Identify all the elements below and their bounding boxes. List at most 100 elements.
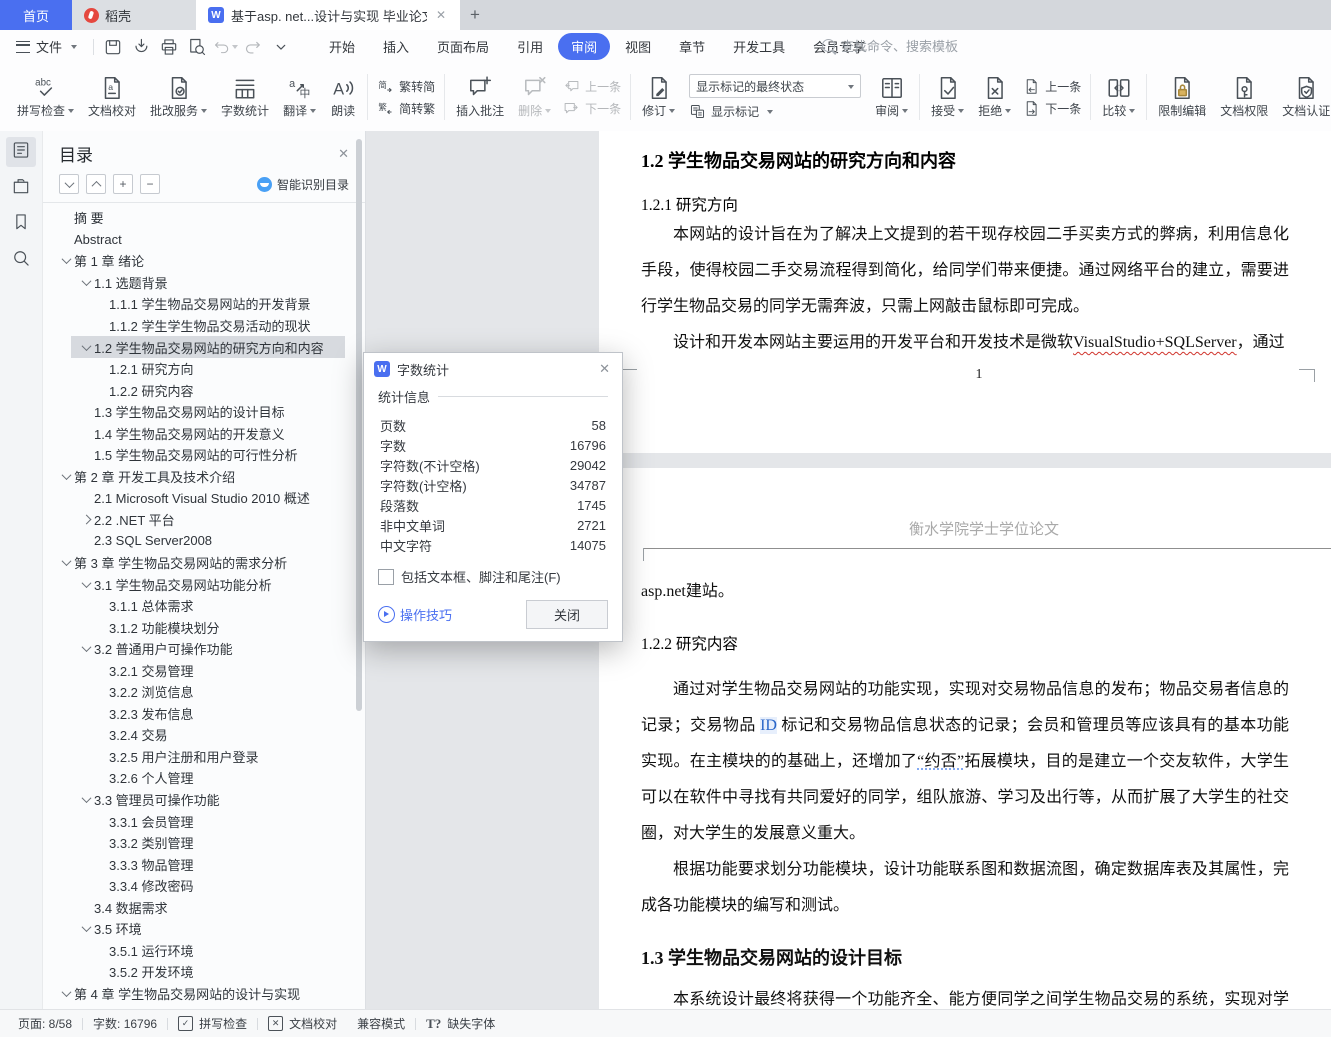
include-textbox-checkbox-row[interactable]: 包括文本框、脚注和尾注(F) <box>378 567 608 586</box>
toc-item[interactable]: 2.1 Microsoft Visual Studio 2010 概述 <box>43 487 365 509</box>
toc-item[interactable]: 3.5 环境 <box>43 918 365 940</box>
toc-item[interactable]: 3.2.1 交易管理 <box>43 659 365 681</box>
toc-item[interactable]: 3.3.1 会员管理 <box>43 810 365 832</box>
toc-item[interactable]: 2.2 .NET 平台 <box>43 509 365 531</box>
menu-tab-dev-tools[interactable]: 开发工具 <box>720 33 798 60</box>
toc-item[interactable]: 3.5.1 运行环境 <box>43 940 365 962</box>
ribbon-spellcheck-button[interactable]: abc 拼写检查 <box>11 74 80 120</box>
ribbon-doc-permission-button[interactable]: 文档权限 <box>1214 74 1274 120</box>
toc-item[interactable]: 1.2.2 研究内容 <box>43 379 365 401</box>
command-search[interactable]: 查找命令、搜索模板 <box>822 36 958 55</box>
toc-item[interactable]: 第 4 章 学生物品交易网站的设计与实现 <box>43 983 365 1005</box>
chevron-down-icon[interactable] <box>79 922 94 933</box>
menu-tab-section[interactable]: 章节 <box>666 33 718 60</box>
ribbon-next-change-button[interactable]: 下一条 <box>1023 100 1081 117</box>
toc-item[interactable]: 1.1 选题背景 <box>43 272 365 294</box>
status-proofread-toggle[interactable]: ✕ 文档校对 <box>258 1015 347 1032</box>
tab-home[interactable]: 首页 <box>0 0 72 30</box>
chevron-down-icon[interactable] <box>79 577 94 588</box>
toc-item[interactable]: Abstract <box>43 229 365 251</box>
toc-expand-next-button[interactable] <box>59 174 79 194</box>
chevron-down-icon[interactable] <box>79 642 94 653</box>
export-button[interactable] <box>128 35 154 59</box>
file-menu-button[interactable]: 文件 <box>0 37 87 56</box>
tips-link[interactable]: 操作技巧 <box>378 605 452 624</box>
chevron-right-icon[interactable] <box>79 514 94 525</box>
toc-item[interactable]: 1.2 学生物品交易网站的研究方向和内容 <box>43 336 365 358</box>
chevron-down-icon[interactable] <box>59 469 74 480</box>
undo-button[interactable] <box>212 35 239 59</box>
checkbox-unchecked-icon[interactable] <box>378 568 394 585</box>
ribbon-prev-change-button[interactable]: 上一条 <box>1023 78 1081 95</box>
chevron-down-icon[interactable] <box>79 340 94 351</box>
ribbon-insert-comment-button[interactable]: 插入批注 <box>450 74 510 120</box>
toc-item[interactable]: 3.1 学生物品交易网站功能分析 <box>43 573 365 595</box>
ribbon-read-aloud-button[interactable]: A 朗读 <box>324 74 362 120</box>
ribbon-track-changes-button[interactable]: 修订 <box>636 74 681 120</box>
toc-item[interactable]: 1.2.1 研究方向 <box>43 358 365 380</box>
toc-item[interactable]: 1.3 学生物品交易网站的设计目标 <box>43 401 365 423</box>
ribbon-doc-certify-button[interactable]: 文档认证 <box>1276 74 1331 120</box>
toc-item[interactable]: 3.2.2 浏览信息 <box>43 681 365 703</box>
toc-item[interactable]: 第 3 章 学生物品交易网站的需求分析 <box>43 552 365 574</box>
tab-docer[interactable]: 稻壳 <box>72 0 196 30</box>
ribbon-translate-button[interactable]: a 中翻译 <box>277 74 322 120</box>
status-compat-mode[interactable]: 兼容模式 <box>347 1015 415 1032</box>
new-tab-button[interactable]: + <box>460 0 490 30</box>
nav-outline-button[interactable] <box>6 137 36 167</box>
ribbon-word-count-button[interactable]: 字数统计 <box>215 74 275 120</box>
ribbon-review-mode-button[interactable]: 审阅 <box>869 74 914 120</box>
toc-item[interactable]: 1.4 学生物品交易网站的开发意义 <box>43 422 365 444</box>
smart-toc-button[interactable]: 智能识别目录 <box>256 176 349 193</box>
close-button[interactable]: 关闭 <box>526 600 608 629</box>
ribbon-prev-comment-button[interactable]: 上一条 <box>563 78 621 95</box>
toc-collapse-prev-button[interactable] <box>86 174 106 194</box>
ribbon-show-markup-button[interactable]: 显示标记 <box>689 103 861 120</box>
nav-search-button[interactable] <box>6 245 36 275</box>
toc-item[interactable]: 3.2.6 个人管理 <box>43 767 365 789</box>
tab-document[interactable]: W 基于asp. net...设计与实现 毕业论文 ✕ <box>196 0 460 30</box>
chevron-down-icon[interactable] <box>79 793 94 804</box>
ribbon-trad-to-simp-button[interactable]: 简 繁转简 <box>377 78 435 95</box>
toc-item[interactable]: 3.5.2 开发环境 <box>43 961 365 983</box>
print-preview-button[interactable] <box>184 35 210 59</box>
chevron-down-icon[interactable] <box>59 254 74 265</box>
markup-state-dropdown[interactable]: 显示标记的最终状态 <box>689 74 862 98</box>
status-missing-font[interactable]: T? 缺失字体 <box>416 1015 505 1032</box>
toc-item[interactable]: 3.3.4 修改密码 <box>43 875 365 897</box>
redo-button[interactable] <box>240 35 266 59</box>
more-commands-button[interactable] <box>268 35 294 59</box>
toc-item[interactable]: 第 1 章 绪论 <box>43 250 365 272</box>
document-page-1[interactable]: 1.2 学生物品交易网站的研究方向和内容 1.2.1 研究方向 本网站的设计旨在… <box>599 131 1331 453</box>
menu-tab-page-layout[interactable]: 页面布局 <box>424 33 502 60</box>
document-page-2[interactable]: 衡水学院学士学位论文 asp.net建站。 1.2.2 研究内容 通过对学生物品… <box>599 468 1331 1010</box>
menu-tab-view[interactable]: 视图 <box>612 33 664 60</box>
nav-bookmark-button[interactable] <box>6 209 36 239</box>
toc-item[interactable]: 3.2 普通用户可操作功能 <box>43 638 365 660</box>
toc-item[interactable]: 2.3 SQL Server2008 <box>43 530 365 552</box>
ribbon-next-comment-button[interactable]: 下一条 <box>563 100 621 117</box>
chevron-down-icon[interactable] <box>79 276 94 286</box>
status-page-indicator[interactable]: 页面: 8/58 <box>8 1015 82 1032</box>
ribbon-restrict-editing-button[interactable]: 限制编辑 <box>1152 74 1212 120</box>
nav-taskpane-button[interactable] <box>6 173 36 203</box>
toc-item[interactable]: 3.1.2 功能模块划分 <box>43 616 365 638</box>
toc-collapse-all-button[interactable]: − <box>140 174 160 194</box>
ribbon-delete-comment-button[interactable]: 删除 <box>512 74 557 120</box>
toc-item[interactable]: 摘 要 <box>43 207 365 229</box>
toc-item[interactable]: 1.1.1 学生物品交易网站的开发背景 <box>43 293 365 315</box>
ribbon-reject-button[interactable]: 拒绝 <box>972 74 1017 120</box>
menu-tab-insert[interactable]: 插入 <box>370 33 422 60</box>
chevron-down-icon[interactable] <box>59 987 74 997</box>
ribbon-accept-button[interactable]: 接受 <box>925 74 970 120</box>
status-spellcheck-toggle[interactable]: ✓ 拼写检查 <box>168 1015 257 1032</box>
menu-tab-reference[interactable]: 引用 <box>504 33 556 60</box>
toc-scrollbar[interactable] <box>356 139 362 711</box>
status-word-count[interactable]: 字数: 16796 <box>83 1015 167 1032</box>
chevron-down-icon[interactable] <box>59 556 74 567</box>
close-dialog-icon[interactable]: ✕ <box>597 361 612 377</box>
toc-expand-all-button[interactable]: + <box>113 174 133 194</box>
menu-tab-review[interactable]: 审阅 <box>558 33 611 60</box>
toc-item[interactable]: 3.2.3 发布信息 <box>43 703 365 725</box>
toc-item[interactable]: 3.1.1 总体需求 <box>43 595 365 617</box>
